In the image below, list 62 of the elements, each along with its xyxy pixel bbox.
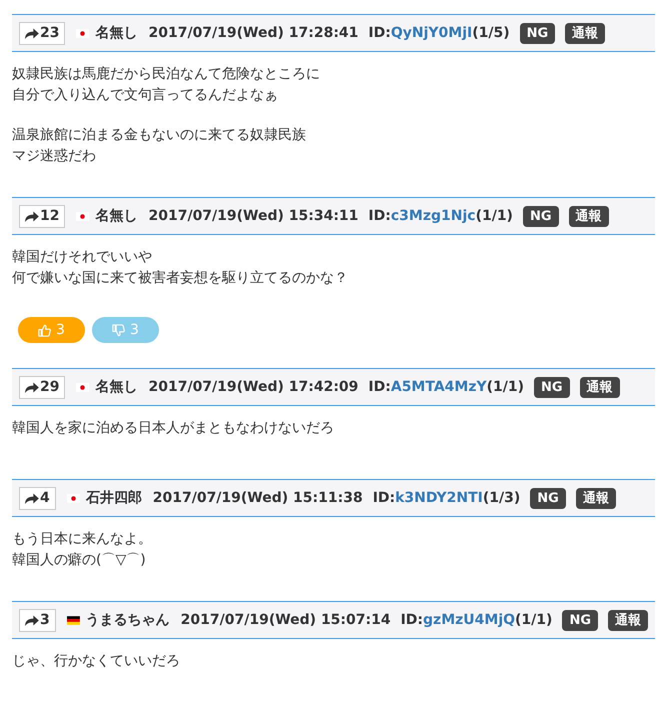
japan-flag-icon bbox=[76, 382, 90, 392]
reply-count-button[interactable]: 12 bbox=[19, 204, 66, 228]
post-count: (1/5) bbox=[472, 25, 510, 41]
id-label: ID: bbox=[372, 490, 396, 506]
poster-name: 石井四郎 bbox=[86, 489, 142, 507]
post-date: 2017/07/19(Wed) 15:07:14 bbox=[180, 612, 391, 628]
ng-button[interactable]: NG bbox=[522, 206, 559, 226]
post-text-line: もう日本に来んなよ。 bbox=[12, 530, 152, 549]
post-date: 2017/07/19(Wed) 15:11:38 bbox=[152, 490, 363, 506]
report-button[interactable]: 通報 bbox=[580, 376, 620, 398]
post-text-line: 何で嫌いな国に来て被害者妄想を駆り立てるのかな？ bbox=[12, 268, 348, 288]
reply-count-button[interactable]: 23 bbox=[19, 22, 66, 44]
id-label: ID: bbox=[368, 379, 391, 395]
report-button[interactable]: 通報 bbox=[608, 610, 648, 630]
ng-button[interactable]: NG bbox=[534, 376, 570, 398]
poster-id-link[interactable]: c3Mzg1Njc bbox=[390, 208, 476, 224]
post-text-line: 自分で入り込んで文句言ってるんだよなぁ bbox=[12, 86, 278, 104]
report-button[interactable]: 通報 bbox=[565, 22, 606, 44]
id-label: ID: bbox=[368, 25, 391, 41]
ng-button[interactable]: NG bbox=[562, 610, 598, 630]
post-date: 2017/07/19(Wed) 15:34:11 bbox=[148, 208, 358, 224]
reply-arrow-icon bbox=[24, 492, 39, 504]
reply-count-button[interactable]: 3 bbox=[19, 608, 56, 632]
reply-arrow-icon bbox=[24, 28, 39, 38]
post-text-line: 韓国だけそれでいいや bbox=[12, 248, 152, 267]
reply-arrow-icon bbox=[24, 614, 39, 626]
report-button[interactable]: 通報 bbox=[568, 206, 609, 226]
reply-arrow-icon bbox=[24, 210, 39, 222]
post-date: 2017/07/19(Wed) 17:42:09 bbox=[148, 379, 358, 395]
japan-flag-icon bbox=[76, 212, 90, 220]
post-date: 2017/07/19(Wed) 17:28:41 bbox=[148, 25, 358, 41]
germany-flag-icon bbox=[66, 616, 80, 624]
report-button[interactable]: 通報 bbox=[576, 488, 616, 508]
post-text-line: 奴隷民族は馬鹿だから民泊なんて危険なところに bbox=[12, 65, 320, 84]
reply-arrow-icon bbox=[24, 382, 39, 392]
poster-id-link[interactable]: k3NDY2NTI bbox=[395, 490, 483, 506]
poster-name: 名無し bbox=[95, 378, 138, 396]
japan-flag-icon bbox=[66, 494, 80, 502]
post-count: (1/1) bbox=[486, 379, 524, 395]
post-text-line: 韓国人を家に泊める日本人がまともなわけないだろ bbox=[12, 419, 334, 438]
post-count: (1/3) bbox=[482, 490, 520, 506]
poster-id-link[interactable]: gzMzU4MjQ bbox=[423, 612, 516, 628]
post-text-line: じゃ、行かなくていいだろ bbox=[12, 652, 180, 671]
japan-flag-icon bbox=[76, 28, 90, 38]
post-text-line: 韓国人の癖の(⌒▽⌒) bbox=[12, 550, 146, 570]
poster-name: 名無し bbox=[95, 207, 138, 225]
poster-name: 名無し bbox=[95, 24, 138, 42]
id-label: ID: bbox=[368, 208, 391, 224]
post-text-line: マジ迷惑だわ bbox=[12, 146, 96, 166]
post-count: (1/1) bbox=[476, 208, 513, 224]
poster-name: うまるちゃん bbox=[86, 611, 170, 629]
reply-count-button[interactable]: 4 bbox=[19, 486, 56, 510]
reply-count-button[interactable]: 29 bbox=[19, 376, 66, 398]
poster-id-link[interactable]: QyNjY0MjI bbox=[390, 25, 472, 41]
ng-button[interactable]: NG bbox=[530, 488, 566, 508]
ng-button[interactable]: NG bbox=[520, 22, 556, 44]
thumbs-up-icon bbox=[38, 324, 52, 336]
id-label: ID: bbox=[400, 612, 424, 628]
poster-id-link[interactable]: A5MTA4MzY bbox=[390, 379, 487, 395]
thumbs-down-icon bbox=[112, 324, 126, 336]
post-text-line: 温泉旅館に泊まる金もないのに来てる奴隷民族 bbox=[12, 126, 306, 145]
post-count: (1/1) bbox=[515, 612, 552, 628]
